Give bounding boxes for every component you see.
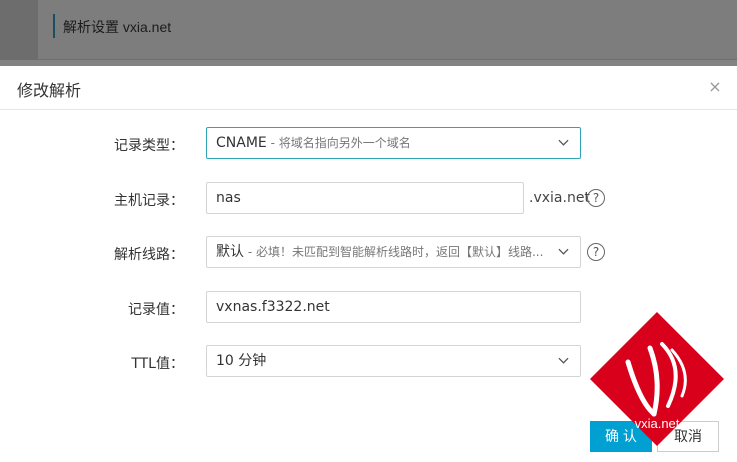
background-title-accent [53,14,55,38]
record-value-input[interactable]: vxnas.f3322.net [206,291,581,323]
record-type-hint: - 将域名指向另外一个域名 [266,136,411,150]
watermark-text: vxia.net [635,416,680,431]
ttl-value: 10 分钟 [216,353,267,369]
chevron-down-icon [558,248,569,255]
resolution-line-label: 解析线路： [114,247,184,263]
resolution-line-value: 默认 [216,244,244,260]
close-icon[interactable]: × [706,78,724,96]
vxia-watermark-logo: vxia.net [590,312,724,446]
help-icon[interactable]: ? [587,189,605,207]
background-sidebar [0,0,38,60]
background-page-title: 解析设置 vxia.net [63,19,172,35]
dialog-title: 修改解析 [17,81,82,100]
ttl-label: TTL值： [131,356,184,372]
ttl-select[interactable]: 10 分钟 [206,345,581,377]
record-type-select[interactable]: CNAME - 将域名指向另外一个域名 [206,127,581,159]
resolution-line-select[interactable]: 默认 - 必填！未匹配到智能解析线路时，返回【默认】线路... [206,236,581,268]
domain-suffix: .vxia.net [529,190,590,206]
record-type-value: CNAME [216,135,267,151]
record-value-label: 记录值： [128,302,184,318]
record-type-label: 记录类型： [114,138,184,154]
dialog-header: 修改解析 × [0,66,737,110]
host-record-label: 主机记录： [114,193,184,209]
help-icon[interactable]: ? [587,243,605,261]
host-record-input[interactable]: nas [206,182,524,214]
chevron-down-icon [558,357,569,364]
chevron-down-icon [558,139,569,146]
resolution-line-hint: - 必填！未匹配到智能解析线路时，返回【默认】线路... [244,245,544,259]
